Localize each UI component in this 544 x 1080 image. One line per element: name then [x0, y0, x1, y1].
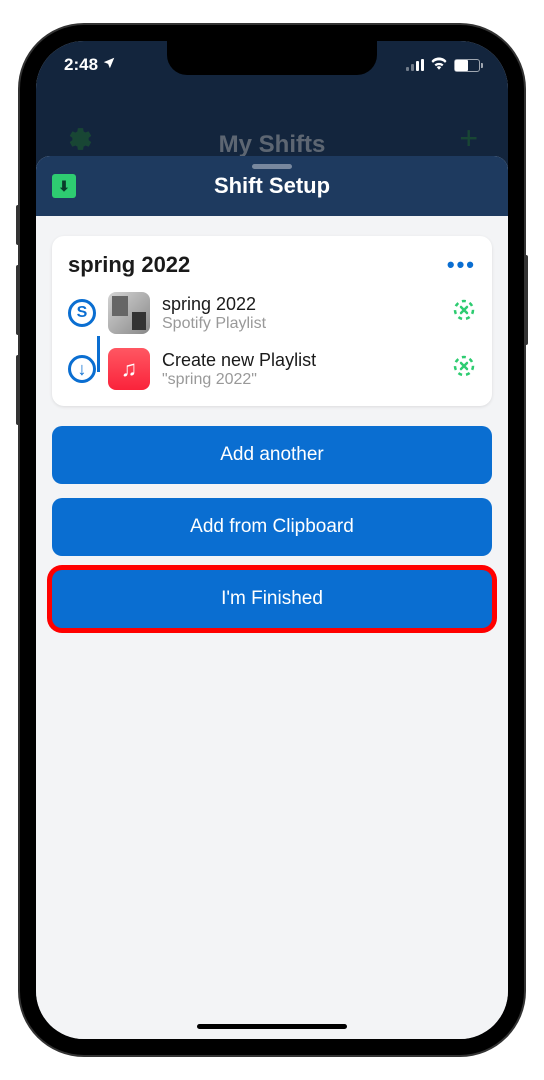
- spotify-icon: S: [68, 299, 96, 327]
- home-indicator[interactable]: [197, 1024, 347, 1029]
- apple-music-icon: ♫: [108, 348, 150, 390]
- playlist-artwork: [108, 292, 150, 334]
- wifi-icon: [430, 55, 448, 75]
- signal-icon: [406, 59, 424, 71]
- add-from-clipboard-button[interactable]: Add from Clipboard: [52, 498, 492, 556]
- arrow-down-icon: ↓: [68, 355, 96, 383]
- sheet-grabber[interactable]: [252, 164, 292, 169]
- status-time: 2:48: [64, 55, 98, 75]
- phone-frame: My Shifts + 2:48: [20, 25, 524, 1055]
- screen: My Shifts + 2:48: [36, 41, 508, 1039]
- destination-row: ↓ ♫ Create new Playlist "spring 2022": [68, 348, 476, 390]
- source-subtitle: Spotify Playlist: [162, 315, 440, 333]
- location-icon: [102, 55, 116, 75]
- sheet-header: ⬇ Shift Setup: [36, 156, 508, 216]
- notch: [167, 41, 377, 75]
- download-icon[interactable]: ⬇: [52, 174, 76, 198]
- sheet-title: Shift Setup: [214, 173, 330, 199]
- shift-card: spring 2022 ••• S spring 2022 Spotify Pl…: [52, 236, 492, 406]
- edit-icon[interactable]: [452, 354, 476, 384]
- finished-button[interactable]: I'm Finished: [52, 570, 492, 628]
- destination-title: Create new Playlist: [162, 350, 440, 371]
- source-title: spring 2022: [162, 294, 440, 315]
- edit-icon[interactable]: [452, 298, 476, 328]
- more-icon[interactable]: •••: [447, 252, 476, 278]
- destination-subtitle: "spring 2022": [162, 371, 440, 389]
- card-title: spring 2022: [68, 252, 190, 278]
- modal-sheet: ⬇ Shift Setup spring 2022 ••• S: [36, 156, 508, 1039]
- source-row: S spring 2022 Spotify Playlist: [68, 292, 476, 334]
- add-another-button[interactable]: Add another: [52, 426, 492, 484]
- battery-icon: [454, 59, 480, 72]
